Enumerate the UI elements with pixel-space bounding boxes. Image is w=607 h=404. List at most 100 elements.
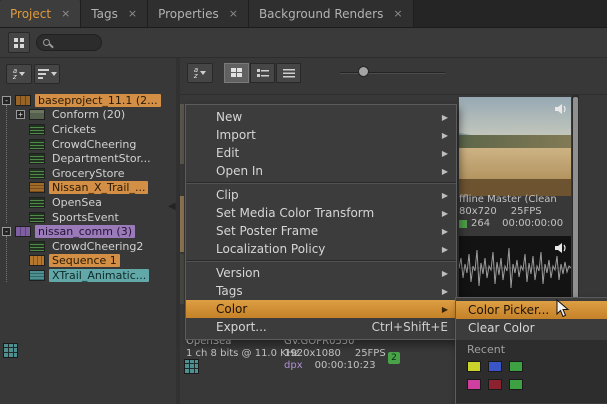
tab-label: Tags <box>91 7 118 21</box>
menu-item-export[interactable]: Export... Ctrl+Shift+E <box>186 318 456 336</box>
thumbnail-size-slider[interactable] <box>340 72 445 74</box>
tree-item-crowdcheering2[interactable]: CrowdCheering2 <box>0 239 176 254</box>
swatch-row <box>467 361 607 372</box>
clip-icon <box>29 139 45 150</box>
tab-project[interactable]: Project × <box>0 0 81 27</box>
tree-item-label: GroceryStore <box>49 167 127 180</box>
clip-timecode: 00:00:00:00 <box>502 218 563 230</box>
sort-alpha-button[interactable]: az <box>6 64 32 84</box>
tab-bar: Project × Tags × Properties × Background… <box>0 0 607 28</box>
tree-item-crowdcheering[interactable]: CrowdCheering <box>0 137 176 152</box>
recent-colors-section: Recent <box>456 340 607 403</box>
clip-resolution: 1920x1080 <box>284 348 341 360</box>
submenu-arrow-icon: ▶ <box>442 245 448 254</box>
collapse-icon[interactable]: - <box>2 96 11 105</box>
menu-item-localization-policy[interactable]: Localization Policy ▶ <box>186 240 456 258</box>
scrollbar-thumb[interactable] <box>573 97 578 299</box>
clip-icon <box>29 168 45 179</box>
clip-icon <box>29 124 45 135</box>
details-view-icon <box>283 68 295 78</box>
menu-item-label: Edit <box>216 146 239 160</box>
submenu-item-clear-color[interactable]: Clear Color <box>456 319 607 337</box>
thumbnail-edge <box>180 196 184 252</box>
tree-item-label: DepartmentStor... <box>49 152 154 165</box>
tab-label: Background Renders <box>259 7 383 21</box>
tree-item-opensea[interactable]: OpenSea <box>0 195 176 210</box>
close-icon[interactable]: × <box>128 7 137 20</box>
color-swatch[interactable] <box>488 361 502 372</box>
sort-az-icon: az <box>13 68 17 80</box>
menu-item-set-poster-frame[interactable]: Set Poster Frame ▶ <box>186 222 456 240</box>
tree-item-nissan-xtrail[interactable]: Nissan_X_Trail_... <box>0 181 176 196</box>
tree-item-sportsevent[interactable]: SportsEvent <box>0 210 176 225</box>
menu-item-new[interactable]: New ▶ <box>186 108 456 126</box>
tree-item-label: OpenSea <box>49 196 105 209</box>
submenu-arrow-icon: ▶ <box>442 149 448 158</box>
thumbnail-edge <box>180 254 184 304</box>
expand-icon[interactable]: + <box>16 110 25 119</box>
menu-item-import[interactable]: Import ▶ <box>186 126 456 144</box>
clip-thumbnail-audio[interactable] <box>459 236 571 300</box>
tree-item-grocerystore[interactable]: GroceryStore <box>0 166 176 181</box>
menu-item-label: Tags <box>216 284 243 298</box>
close-icon[interactable]: × <box>61 7 70 20</box>
tree-item-label: SportsEvent <box>49 211 122 224</box>
bin-thumbnail-icon[interactable] <box>184 359 199 374</box>
menu-item-clip[interactable]: Clip ▶ <box>186 186 456 204</box>
close-icon[interactable]: × <box>229 7 238 20</box>
color-swatch[interactable] <box>509 361 523 372</box>
color-swatch[interactable] <box>467 379 481 390</box>
color-swatch[interactable] <box>509 379 523 390</box>
tree-item-label: CrowdCheering2 <box>49 240 146 253</box>
menu-item-label: New <box>216 110 242 124</box>
submenu-arrow-icon: ▶ <box>442 269 448 278</box>
search-icon <box>43 39 50 46</box>
menu-item-version[interactable]: Version ▶ <box>186 264 456 282</box>
submenu-item-color-picker[interactable]: Color Picker... <box>456 301 607 319</box>
submenu-arrow-icon: ▶ <box>442 131 448 140</box>
splitter-collapse-icon[interactable]: ◀ <box>168 201 176 212</box>
menu-item-edit[interactable]: Edit ▶ <box>186 144 456 162</box>
clip-thumbnail-offline-master[interactable] <box>459 97 571 196</box>
sort-alpha-button[interactable]: az <box>187 63 213 83</box>
tree-item-nissan-comm[interactable]: - nissan_comm (3) <box>0 224 176 239</box>
tree-item-label: XTrail_Animatic... <box>49 269 149 282</box>
submenu-arrow-icon: ▶ <box>442 191 448 200</box>
view-grid-button[interactable] <box>224 63 249 83</box>
tree-item-crickets[interactable]: Crickets <box>0 122 176 137</box>
panel-divider <box>180 94 607 95</box>
tree-item-label: baseproject_11.1 (2... <box>35 94 161 107</box>
slider-handle[interactable] <box>358 66 369 77</box>
tree-item-baseproject[interactable]: - baseproject_11.1 (2... <box>0 93 176 108</box>
tree-item-sequence1[interactable]: Sequence 1 <box>0 254 176 269</box>
menu-item-color[interactable]: Color ▶ <box>186 300 456 318</box>
grid-icon <box>14 38 25 48</box>
close-icon[interactable]: × <box>393 7 402 20</box>
sort-order-button[interactable] <box>34 64 60 84</box>
layout-grid-button[interactable] <box>8 32 30 53</box>
application-window: Project × Tags × Properties × Background… <box>0 0 607 404</box>
menu-item-shortcut: Ctrl+Shift+E <box>372 320 448 334</box>
clip-caption-gopro: GV.GOPR0550 1920x1080 25FPS dpx 00:00:10… <box>284 336 386 372</box>
menu-item-set-media-color-transform[interactable]: Set Media Color Transform ▶ <box>186 204 456 222</box>
menu-separator <box>186 182 456 184</box>
chevron-down-icon <box>200 71 206 75</box>
tab-tags[interactable]: Tags × <box>81 0 148 27</box>
menu-item-tags[interactable]: Tags ▶ <box>186 282 456 300</box>
bin-thumbnail-icon[interactable] <box>3 343 18 358</box>
search-input[interactable] <box>36 34 102 51</box>
menu-item-label: Set Poster Frame <box>216 224 318 238</box>
submenu-arrow-icon: ▶ <box>442 287 448 296</box>
tab-properties[interactable]: Properties × <box>148 0 249 27</box>
tree-item-conform[interactable]: + Conform (20) <box>0 108 176 123</box>
color-swatch[interactable] <box>488 379 502 390</box>
color-swatch[interactable] <box>467 361 481 372</box>
view-details-button[interactable] <box>276 63 301 83</box>
collapse-icon[interactable]: - <box>2 227 11 236</box>
view-list-button[interactable] <box>250 63 275 83</box>
tree-item-xtrail-animatic[interactable]: XTrail_Animatic... <box>0 268 176 283</box>
menu-item-open-in[interactable]: Open In ▶ <box>186 162 456 180</box>
tree-item-departmentstore[interactable]: DepartmentStor... <box>0 151 176 166</box>
submenu-arrow-icon: ▶ <box>442 209 448 218</box>
tab-background-renders[interactable]: Background Renders × <box>249 0 414 27</box>
